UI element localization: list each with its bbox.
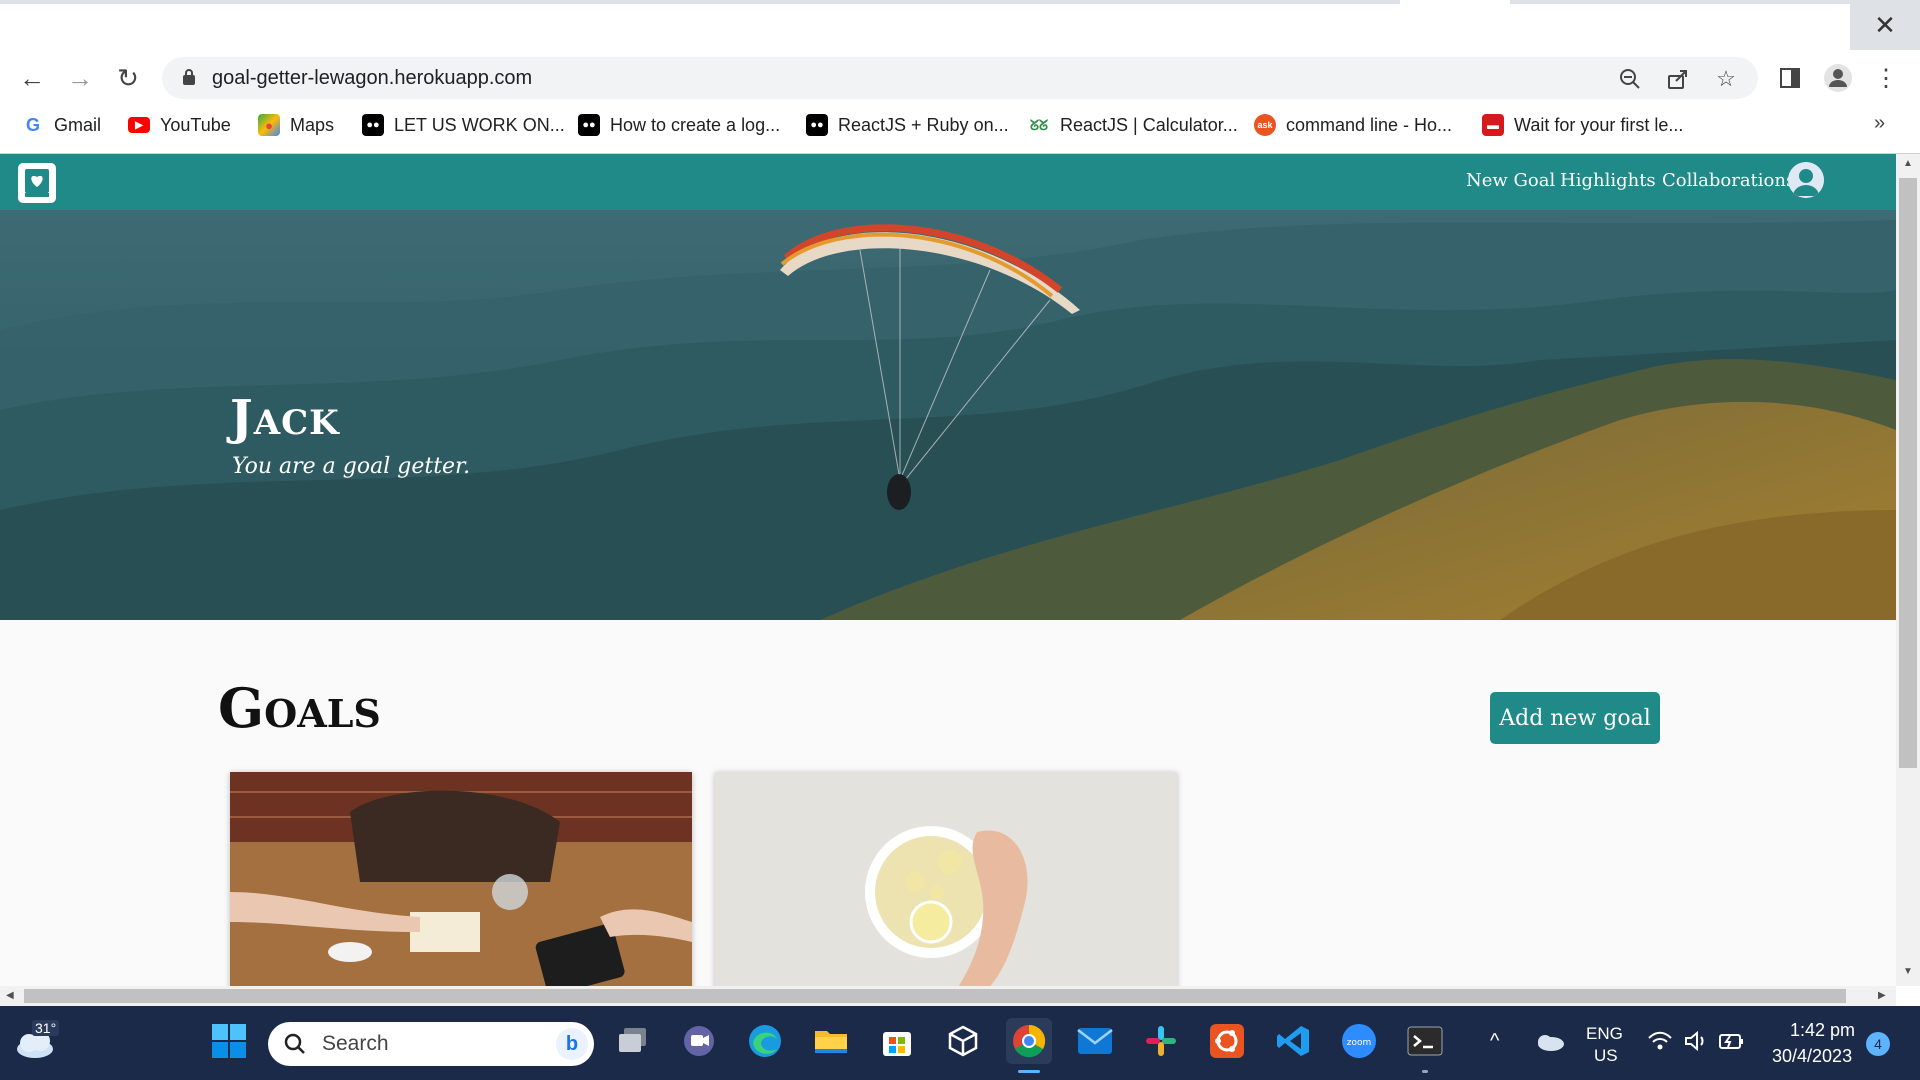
- file-explorer-icon[interactable]: [808, 1018, 854, 1064]
- bookmark-star-icon[interactable]: ☆: [1712, 65, 1740, 93]
- page-viewport: New Goal Highlights Collaborations Jack …: [0, 154, 1896, 986]
- bookmark-label: Gmail: [54, 114, 102, 135]
- window-close-icon[interactable]: ✕: [1850, 0, 1920, 50]
- bookmark-youtube[interactable]: ▶ YouTube: [128, 108, 231, 142]
- goal-card[interactable]: [715, 772, 1177, 986]
- scroll-down-arrow-icon[interactable]: ▼: [1903, 966, 1913, 977]
- profile-icon[interactable]: [1820, 60, 1856, 96]
- bookmark-label: LET US WORK ON...: [394, 114, 565, 135]
- address-bar[interactable]: goal-getter-lewagon.herokuapp.com ☆: [162, 57, 1758, 99]
- share-icon[interactable]: [1664, 65, 1692, 93]
- scroll-up-arrow-icon[interactable]: ▲: [1903, 158, 1913, 169]
- nav-highlights[interactable]: Highlights: [1560, 170, 1656, 191]
- edge-browser-icon[interactable]: [742, 1018, 788, 1064]
- svg-text:zoom: zoom: [1347, 1038, 1372, 1048]
- hero-banner: Jack You are a goal getter.: [0, 210, 1896, 620]
- back-arrow-icon[interactable]: ←: [14, 60, 50, 96]
- volume-icon[interactable]: [1676, 1018, 1716, 1064]
- chrome-taskbar-icon[interactable]: [1006, 1018, 1052, 1064]
- forward-arrow-icon[interactable]: →: [62, 60, 98, 96]
- zoom-icon[interactable]: [1616, 65, 1644, 93]
- goal-card[interactable]: [230, 772, 692, 986]
- slack-icon[interactable]: [1138, 1018, 1184, 1064]
- devhome-cube-icon[interactable]: [940, 1018, 986, 1064]
- task-view-icon[interactable]: [610, 1018, 656, 1064]
- active-app-indicator: [1018, 1070, 1040, 1073]
- active-tab-indicator: [1400, 0, 1510, 4]
- bookmark-medium-3[interactable]: ●● ReactJS + Ruby on...: [806, 108, 1009, 142]
- bookmark-maps[interactable]: ● Maps: [258, 108, 334, 142]
- medium-icon: ●●: [806, 114, 828, 136]
- open-app-indicator: [1422, 1070, 1428, 1073]
- nav-new-goal[interactable]: New Goal: [1466, 170, 1555, 191]
- site-logo-icon[interactable]: [18, 163, 56, 203]
- askubuntu-icon: ask: [1254, 114, 1276, 136]
- tab-strip: [0, 0, 1920, 4]
- bus-icon: ▬: [1482, 114, 1504, 136]
- show-hidden-icons-icon[interactable]: ^: [1490, 1030, 1499, 1053]
- url-text[interactable]: goal-getter-lewagon.herokuapp.com: [212, 67, 532, 90]
- more-bookmarks-icon[interactable]: »: [1874, 112, 1885, 135]
- bookmarks-bar: G Gmail ▶ YouTube ● Maps ●● LET US WORK …: [0, 108, 1920, 142]
- hero-tagline: You are a goal getter.: [232, 454, 471, 479]
- clock-date[interactable]: 30/4/2023: [1772, 1046, 1852, 1067]
- google-icon: G: [25, 114, 40, 135]
- chrome-menu-icon[interactable]: ⋮: [1868, 60, 1904, 96]
- teams-chat-icon[interactable]: [676, 1018, 722, 1064]
- medium-icon: ●●: [362, 114, 384, 136]
- bookmark-label: command line - Ho...: [1286, 114, 1453, 135]
- bookmark-medium-1[interactable]: ●● LET US WORK ON...: [362, 108, 565, 142]
- windows-start-icon[interactable]: [206, 1018, 252, 1064]
- side-panel-icon[interactable]: [1772, 60, 1808, 96]
- goals-heading: Goals: [218, 676, 381, 740]
- goal-card-image: [230, 772, 692, 986]
- bookmark-askubuntu[interactable]: ask command line - Ho...: [1254, 108, 1452, 142]
- lock-icon: [183, 69, 195, 85]
- microsoft-store-icon[interactable]: [874, 1018, 920, 1064]
- bookmark-label: ReactJS + Ruby on...: [838, 114, 1009, 135]
- geeksforgeeks-icon: ᘜᘜ: [1029, 116, 1049, 133]
- bookmark-label: Maps: [290, 114, 335, 135]
- site-navbar: New Goal Highlights Collaborations: [0, 154, 1896, 210]
- browser-chrome: ✕ ← → ↻ goal-getter-lewagon.herokuapp.co…: [0, 0, 1920, 154]
- add-new-goal-button[interactable]: Add new goal: [1490, 692, 1660, 744]
- bookmark-label: Wait for your first le...: [1514, 114, 1684, 135]
- onedrive-icon[interactable]: [1526, 1018, 1572, 1064]
- horizontal-scroll-thumb[interactable]: [24, 989, 1846, 1003]
- bookmark-label: ReactJS | Calculator...: [1060, 114, 1238, 135]
- vscode-icon[interactable]: [1270, 1018, 1316, 1064]
- bing-icon[interactable]: b: [556, 1028, 588, 1060]
- language-line1[interactable]: ENG: [1586, 1024, 1623, 1044]
- vertical-scroll-thumb[interactable]: [1899, 178, 1917, 768]
- goal-card-image: [715, 772, 1177, 986]
- bookmark-label: YouTube: [160, 114, 231, 135]
- battery-icon[interactable]: [1712, 1018, 1752, 1064]
- wifi-icon[interactable]: [1640, 1018, 1680, 1064]
- weather-temp: 31°: [32, 1020, 60, 1036]
- bookmark-bus[interactable]: ▬ Wait for your first le...: [1482, 108, 1683, 142]
- clock-time[interactable]: 1:42 pm: [1790, 1020, 1855, 1041]
- taskbar-search-box[interactable]: Search b: [268, 1022, 594, 1066]
- bookmark-geeksforgeeks[interactable]: ᘜᘜ ReactJS | Calculator...: [1028, 108, 1238, 142]
- bookmark-gmail[interactable]: G Gmail: [22, 108, 101, 142]
- zoom-icon[interactable]: zoom: [1336, 1018, 1382, 1064]
- search-placeholder: Search: [322, 1032, 389, 1055]
- youtube-icon: ▶: [128, 117, 150, 133]
- bookmark-label: How to create a log...: [610, 114, 781, 135]
- language-line2[interactable]: US: [1594, 1046, 1618, 1066]
- nav-collaborations[interactable]: Collaborations: [1662, 170, 1795, 191]
- hero-name: Jack: [230, 390, 340, 446]
- maps-icon: ●: [258, 114, 280, 136]
- ubuntu-icon[interactable]: [1204, 1018, 1250, 1064]
- medium-icon: ●●: [578, 114, 600, 136]
- scroll-right-arrow-icon[interactable]: ▶: [1878, 990, 1886, 1001]
- user-avatar[interactable]: [1788, 162, 1824, 198]
- reload-icon[interactable]: ↻: [110, 60, 146, 96]
- terminal-icon[interactable]: [1402, 1018, 1448, 1064]
- bookmark-medium-2[interactable]: ●● How to create a log...: [578, 108, 780, 142]
- notification-badge[interactable]: 4: [1866, 1032, 1890, 1056]
- scroll-left-arrow-icon[interactable]: ◀: [6, 990, 14, 1001]
- search-icon: [284, 1033, 305, 1054]
- mail-icon[interactable]: [1072, 1018, 1118, 1064]
